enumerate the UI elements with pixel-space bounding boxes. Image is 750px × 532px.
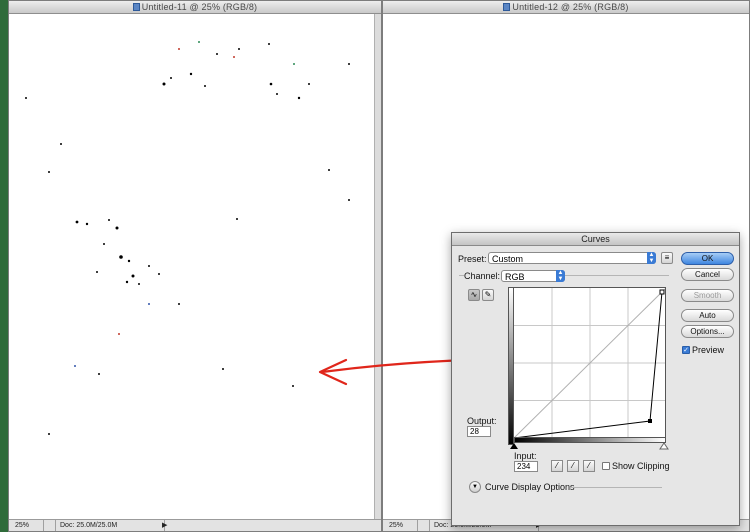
- output-label: Output:: [467, 416, 497, 426]
- document-icon: [503, 3, 511, 11]
- right-window-titlebar[interactable]: Untitled-12 @ 25% (RGB/8): [383, 1, 749, 14]
- preset-label: Preset:: [458, 254, 487, 264]
- left-vertical-scrollbar[interactable]: [374, 14, 381, 520]
- preset-select[interactable]: Custom ▲ ▼: [488, 252, 656, 264]
- show-clipping-checkbox[interactable]: [602, 462, 610, 470]
- show-clipping-label[interactable]: Show Clipping: [612, 461, 670, 471]
- ok-button[interactable]: OK: [681, 252, 734, 265]
- channel-select[interactable]: RGB ▲ ▼: [501, 270, 565, 282]
- speckle-noise: [25, 41, 350, 435]
- preview-checkbox[interactable]: ✓: [682, 346, 690, 354]
- left-zoom-level[interactable]: 25%: [13, 520, 44, 531]
- curve-display-options-label[interactable]: Curve Display Options: [485, 482, 575, 492]
- display-options-divider: [570, 487, 662, 488]
- white-eyedropper-icon[interactable]: ⁄: [583, 460, 595, 472]
- input-field[interactable]: 234: [514, 461, 538, 472]
- select-stepper-icon: ▲ ▼: [556, 270, 565, 282]
- left-status-bar: 25% Doc: 25.0M/25.0M ▶: [9, 519, 381, 531]
- input-label: Input:: [514, 451, 537, 461]
- left-document-window[interactable]: Untitled-11 @ 25% (RGB/8) 25% Doc: 25.0M…: [8, 0, 382, 532]
- pencil-tool-icon[interactable]: ✎: [482, 289, 494, 301]
- preset-options-icon[interactable]: ≡: [661, 252, 673, 264]
- select-stepper-icon: ▲ ▼: [647, 252, 656, 264]
- left-window-titlebar[interactable]: Untitled-11 @ 25% (RGB/8): [9, 1, 381, 14]
- curves-dialog-title[interactable]: Curves: [452, 233, 739, 246]
- black-eyedropper-icon[interactable]: ⁄: [551, 460, 563, 472]
- disclosure-triangle-icon[interactable]: ▼: [469, 481, 481, 493]
- options-button[interactable]: Options...: [681, 325, 734, 338]
- curve-graph[interactable]: [514, 287, 666, 437]
- left-canvas[interactable]: [9, 14, 381, 520]
- preset-value: Custom: [492, 254, 524, 264]
- smooth-button[interactable]: Smooth: [681, 289, 734, 302]
- status-menu-arrow-icon[interactable]: ▶: [162, 520, 167, 531]
- curve-point-tool-icon[interactable]: ∿: [468, 289, 480, 301]
- output-field[interactable]: 28: [467, 426, 491, 437]
- left-doc-size: Doc: 25.0M/25.0M: [55, 520, 165, 531]
- right-zoom-level[interactable]: 25%: [387, 520, 418, 531]
- left-window-title: Untitled-11 @ 25% (RGB/8): [141, 2, 258, 12]
- preview-label[interactable]: Preview: [692, 345, 724, 355]
- input-slider-triangles[interactable]: [510, 443, 670, 451]
- gray-eyedropper-icon[interactable]: ⁄: [567, 460, 579, 472]
- channel-label: Channel:: [464, 271, 503, 281]
- channel-value: RGB: [505, 272, 525, 282]
- auto-button[interactable]: Auto: [681, 309, 734, 322]
- cancel-button[interactable]: Cancel: [681, 268, 734, 281]
- document-icon: [132, 3, 140, 11]
- right-window-title: Untitled-12 @ 25% (RGB/8): [512, 2, 629, 12]
